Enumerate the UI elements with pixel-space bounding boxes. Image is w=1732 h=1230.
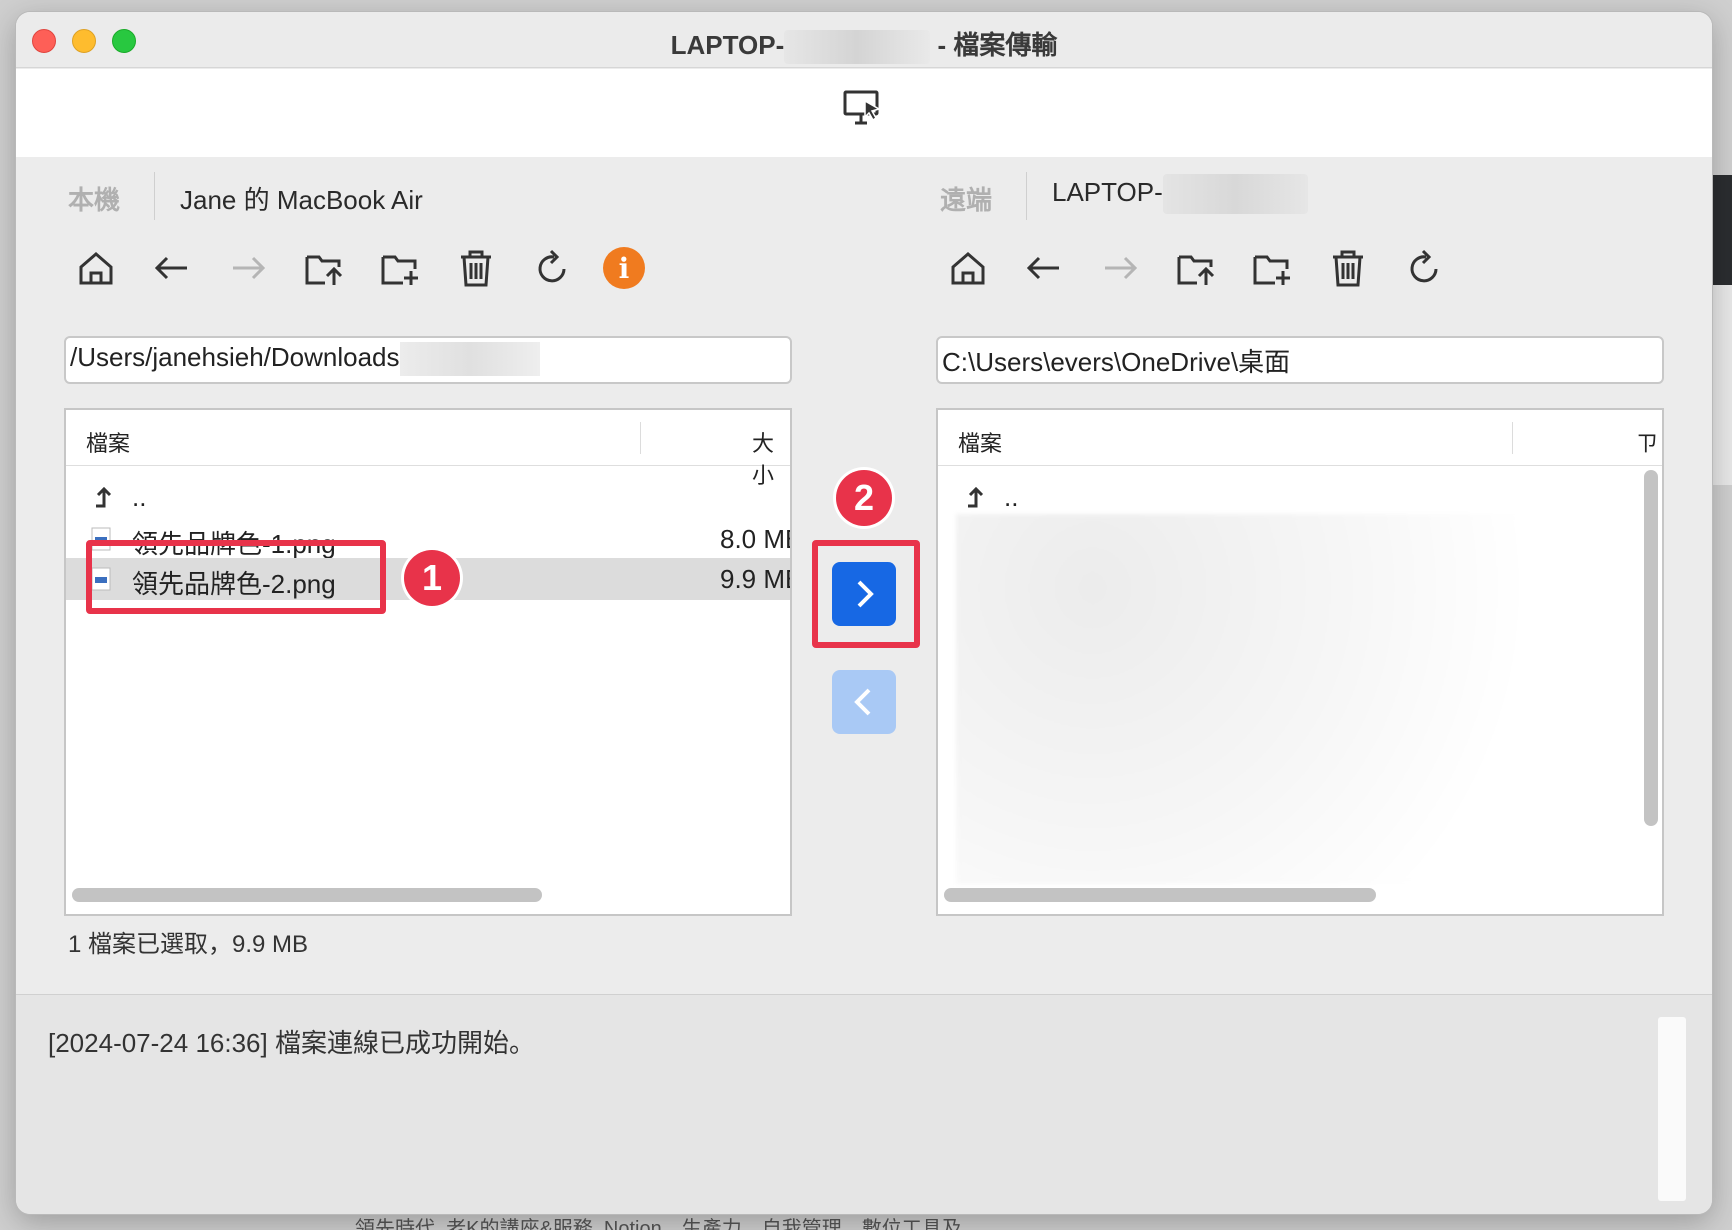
remote-home-button[interactable] <box>944 244 992 292</box>
refresh-icon <box>538 249 566 283</box>
arrow-right-icon <box>1105 256 1138 280</box>
window-title: LAPTOP- - 檔案傳輸 <box>16 25 1712 65</box>
log-scrollbar[interactable] <box>1658 1017 1686 1201</box>
chevron-left-icon <box>854 688 871 716</box>
arrow-right-icon <box>233 256 266 280</box>
file-transfer-window: LAPTOP- - 檔案傳輸 本機 Jane 的 MacBook Air 遠端 … <box>16 12 1712 1214</box>
list-item[interactable]: .. <box>66 476 790 518</box>
redacted-hostname <box>784 30 931 65</box>
remote-delete-button[interactable] <box>1324 244 1372 292</box>
local-delete-button[interactable] <box>452 244 500 292</box>
column-divider[interactable] <box>640 422 641 454</box>
callout-box-file <box>86 540 386 614</box>
up-arrow-icon <box>96 486 112 508</box>
arrow-left-icon <box>1026 256 1059 280</box>
remote-refresh-button[interactable] <box>1400 244 1448 292</box>
monitor-cursor-icon <box>843 90 881 125</box>
arrow-left-icon <box>154 256 187 280</box>
local-new-folder-button[interactable] <box>376 244 424 292</box>
local-info-button[interactable]: i <box>600 244 648 292</box>
folder-plus-icon <box>381 255 418 285</box>
window-title-prefix: LAPTOP- <box>670 30 785 60</box>
local-horizontal-scrollbar[interactable] <box>72 888 542 902</box>
column-divider[interactable] <box>1512 422 1513 454</box>
local-forward-button[interactable] <box>224 244 272 292</box>
folder-up-icon <box>305 255 343 285</box>
top-toolbar <box>16 69 1712 157</box>
local-refresh-button[interactable] <box>528 244 576 292</box>
header-divider <box>1026 172 1027 220</box>
title-bar: LAPTOP- - 檔案傳輸 <box>16 12 1712 68</box>
column-file-header[interactable]: 檔案 <box>958 426 1002 458</box>
local-device-name: Jane 的 MacBook Air <box>180 185 423 215</box>
background-window-edge <box>1710 285 1732 485</box>
remote-column-header: 檔案 ㄗ <box>938 410 1662 466</box>
list-item-name: .. <box>1004 482 1019 512</box>
remote-forward-button[interactable] <box>1096 244 1144 292</box>
local-back-button[interactable] <box>148 244 196 292</box>
list-item-size: 8.0 MB <box>720 524 790 554</box>
local-path-input[interactable]: /Users/janehsieh/Downloads <box>64 336 792 384</box>
redacted-path <box>399 342 540 377</box>
remote-control-button[interactable] <box>841 87 885 131</box>
log-panel: [2024-07-24 16:36] 檔案連線已成功開始。 <box>16 994 1712 1214</box>
info-icon: i <box>603 247 645 289</box>
home-icon <box>79 252 113 285</box>
remote-path-input[interactable]: C:\Users\evers\OneDrive\桌面 <box>936 336 1664 384</box>
callout-badge-1: 1 <box>404 550 460 606</box>
header-divider <box>154 172 155 220</box>
background-caption: 領先時代_老K的講座&服務_Notion、生產力、自我管理、數位工具及 <box>355 1218 962 1230</box>
remote-horizontal-scrollbar[interactable] <box>944 888 1376 902</box>
remote-parent-folder-button[interactable] <box>1172 244 1220 292</box>
background-window-edge <box>1710 175 1732 285</box>
callout-box-transfer <box>812 540 920 648</box>
list-item[interactable]: .. <box>938 476 1662 518</box>
trash-icon <box>1333 250 1363 287</box>
column-size-header[interactable]: ㄗ <box>1636 426 1658 458</box>
up-arrow-icon <box>968 486 984 508</box>
trash-icon <box>461 250 491 287</box>
remote-file-list: 檔案 ㄗ .. <box>936 408 1664 916</box>
folder-up-icon <box>1177 255 1215 285</box>
window-title-suffix: - 檔案傳輸 <box>937 30 1058 60</box>
local-parent-folder-button[interactable] <box>300 244 348 292</box>
download-to-local-button[interactable] <box>832 670 896 734</box>
folder-plus-icon <box>1253 255 1290 285</box>
column-file-header[interactable]: 檔案 <box>86 426 130 458</box>
remote-device-prefix: LAPTOP- <box>1052 176 1163 207</box>
log-line: [2024-07-24 16:36] 檔案連線已成功開始。 <box>48 1028 535 1058</box>
remote-new-folder-button[interactable] <box>1248 244 1296 292</box>
callout-badge-2: 2 <box>836 470 892 526</box>
remote-back-button[interactable] <box>1020 244 1068 292</box>
local-path-text: /Users/janehsieh/Downloads <box>70 342 400 372</box>
list-item-size: 9.9 MB <box>720 564 790 594</box>
redacted-file-list <box>956 514 1640 884</box>
local-selection-status: 1 檔案已選取，9.9 MB <box>68 931 309 958</box>
local-home-button[interactable] <box>72 244 120 292</box>
redacted-hostname <box>1162 174 1308 214</box>
local-file-list: 檔案 大小 .. 領先品牌色-1.png 8.0 MB 領先品牌色-2.png … <box>64 408 792 916</box>
home-icon <box>951 252 985 285</box>
local-label: 本機 <box>68 185 121 215</box>
remote-device-name: LAPTOP- <box>1052 174 1308 214</box>
remote-label: 遠端 <box>940 185 993 215</box>
list-item-name: .. <box>132 482 147 512</box>
refresh-icon <box>1410 249 1438 283</box>
local-column-header: 檔案 大小 <box>66 410 790 488</box>
remote-vertical-scrollbar[interactable] <box>1644 470 1658 826</box>
